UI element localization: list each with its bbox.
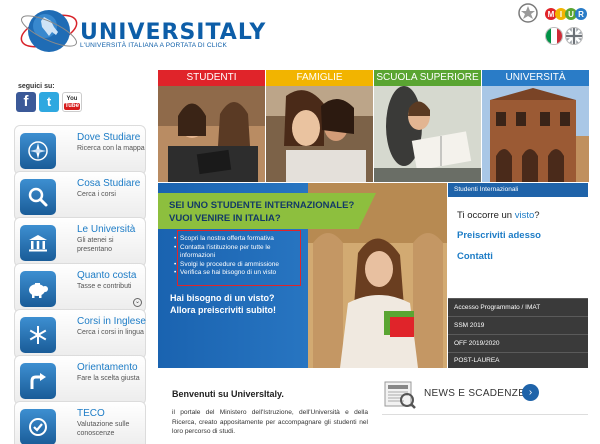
svg-text:I: I [560, 10, 562, 19]
building-icon [20, 225, 56, 261]
piggy-bank-icon [20, 271, 56, 307]
nav-subtitle: Fare la scelta giusta [77, 375, 140, 382]
banner-heading-line1: SEI UNO STUDENTE INTERNAZIONALE? [169, 200, 355, 211]
banner-list-item: Svolgi le procedure di ammissione [174, 261, 304, 270]
news-label[interactable]: NEWS E SCADENZE [424, 388, 525, 399]
nav-title: Quanto costa [77, 270, 137, 281]
banner-heading-line2: VUOI VENIRE IN ITALIA? [169, 213, 281, 224]
nav-item-cosa-studiare[interactable]: Cosa Studiare Cerca i corsi [14, 171, 146, 221]
tab-scuola-superiore[interactable]: Scuola Superiore [374, 70, 481, 182]
miur-logo: M I U R [545, 7, 587, 21]
page: UNIVERSITALY L'UNIVERSITÀ ITALIANA A POR… [0, 0, 600, 444]
universita-photo [482, 86, 589, 182]
contatti-link[interactable]: Contatti [457, 251, 493, 262]
link-accesso-programmato[interactable]: Accesso Programmato / IMAT [448, 298, 588, 316]
tab-studenti[interactable]: Studenti [158, 70, 265, 182]
banner-cta-line1: Hai bisogno di un visto? [170, 293, 275, 303]
panel-header: Studenti Internazionali [448, 183, 588, 197]
nav-item-teco[interactable]: TECO Valutazione sulle conoscenze [14, 401, 146, 444]
nav-subtitle: Gli atenei si presentano [77, 237, 114, 253]
tab-famiglie[interactable]: Famiglie [266, 70, 373, 182]
snowflake-icon [20, 317, 56, 353]
link-post-laurea[interactable]: POST-LAUREA [448, 352, 588, 368]
nav-subtitle: Ricerca con la mappa [77, 145, 145, 152]
famiglie-photo [266, 86, 373, 182]
nav-title: Le Università [77, 224, 136, 235]
globe-logo-icon[interactable] [18, 5, 80, 57]
svg-text:U: U [568, 10, 574, 19]
nav-title: Corsi in Inglese [77, 316, 146, 327]
scuola-superiore-photo [374, 86, 481, 182]
nav-item-quanto-costa[interactable]: Quanto costa Tasse e contributi ⌄ [14, 263, 146, 313]
tab-label: Scuola Superiore [374, 70, 481, 86]
divider [382, 414, 588, 415]
tab-label: Università [482, 70, 589, 86]
republic-emblem-icon [518, 3, 538, 23]
welcome-text: il portale del Ministero dell'Istruzione… [172, 409, 368, 435]
newspaper-icon [384, 381, 416, 409]
studenti-photo [158, 86, 265, 182]
youtube-you-text: You [66, 96, 78, 102]
visa-question: Ti occorre un visto? [457, 210, 540, 221]
youtube-icon[interactable]: You Tube [62, 92, 82, 112]
welcome-title: Benvenuti su UniversItaly. [172, 389, 284, 399]
international-students-banner[interactable]: SEI UNO STUDENTE INTERNAZIONALE? VUOI VE… [158, 183, 447, 368]
chevron-right-icon[interactable]: › [522, 384, 539, 401]
banner-list-item: Scopri la nostra offerta formativa [174, 235, 304, 244]
banner-cta-line2: Allora preiscriviti subito! [170, 305, 277, 315]
compass-icon [20, 133, 56, 169]
turn-arrow-icon [20, 363, 56, 399]
english-flag-icon[interactable] [565, 27, 583, 45]
visa-suffix: ? [534, 210, 540, 221]
tab-universita[interactable]: Università [482, 70, 589, 182]
link-ssm-2019[interactable]: SSM 2019 [448, 316, 588, 334]
svg-text:M: M [548, 10, 555, 19]
nav-item-orientamento[interactable]: Orientamento Fare la scelta giusta [14, 355, 146, 405]
nav-title: TECO [77, 408, 105, 419]
banner-list: Scopri la nostra offerta formativa Conta… [174, 235, 304, 278]
facebook-icon[interactable]: f [16, 92, 36, 112]
nav-title: Dove Studiare [77, 132, 141, 143]
tab-label: Studenti [158, 70, 265, 86]
nav-subtitle: Valutazione sulle conoscenze [77, 421, 130, 437]
preiscriviti-link[interactable]: Preiscriviti adesso [457, 230, 541, 241]
banner-list-item: Contatta l'istituzione per tutte le info… [174, 244, 304, 261]
nav-item-corsi-in-inglese[interactable]: Corsi in Inglese Cerca i corsi in lingua [14, 309, 146, 359]
visa-prefix: Ti occorre un [457, 210, 513, 221]
nav-title: Orientamento [77, 362, 138, 373]
link-off-2019-2020[interactable]: OFF 2019/2020 [448, 334, 588, 352]
twitter-icon[interactable]: t [39, 92, 59, 112]
tab-label: Famiglie [266, 70, 373, 86]
nav-subtitle: Cerca i corsi in lingua [77, 329, 144, 336]
teco-icon [20, 409, 56, 444]
visa-link[interactable]: visto [515, 210, 535, 221]
nav-subtitle: Cerca i corsi [77, 191, 116, 198]
italian-flag-icon[interactable] [545, 27, 563, 45]
chevron-down-icon[interactable]: ⌄ [133, 298, 142, 307]
youtube-tube-text: Tube [64, 103, 80, 110]
nav-title: Cosa Studiare [77, 178, 141, 189]
nav-item-le-universita[interactable]: Le Università Gli atenei si presentano [14, 217, 146, 267]
international-students-panel: Studenti Internazionali Ti occorre un vi… [448, 183, 588, 368]
nav-subtitle: Tasse e contributi [77, 283, 132, 290]
svg-text:R: R [578, 10, 584, 19]
nav-item-dove-studiare[interactable]: Dove Studiare Ricerca con la mappa [14, 125, 146, 175]
social-title: seguici su: [18, 83, 55, 90]
site-subtitle: L'UNIVERSITÀ ITALIANA A PORTATA DI CLICK [80, 42, 227, 49]
banner-list-item: Verifica se hai bisogno di un visto [174, 269, 304, 278]
magnifier-icon [20, 179, 56, 215]
